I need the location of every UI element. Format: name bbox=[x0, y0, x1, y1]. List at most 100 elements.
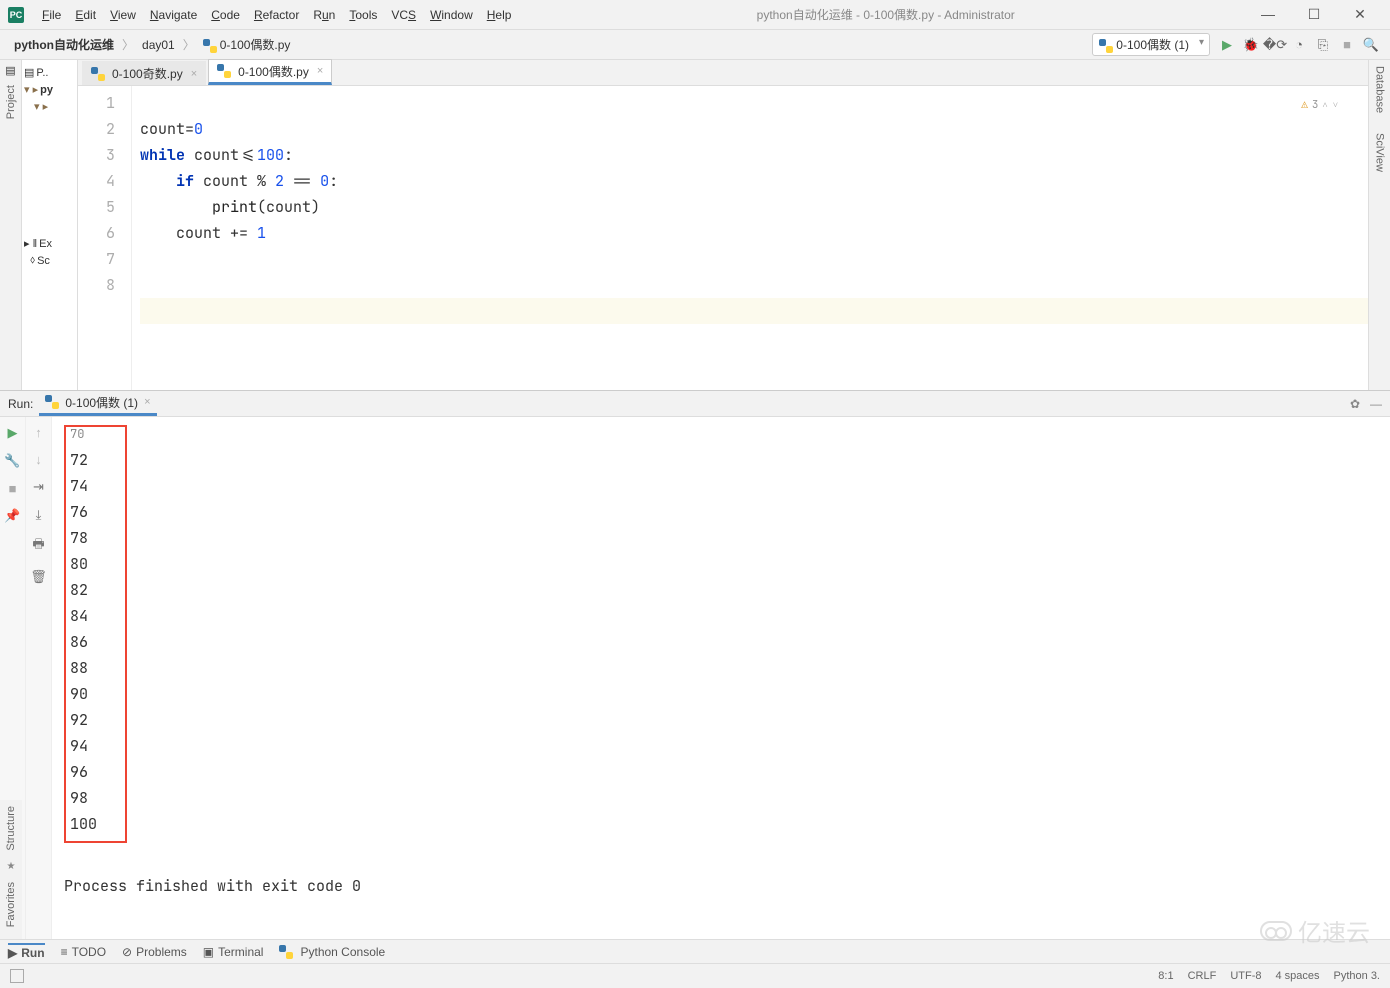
output-line: 80 bbox=[70, 551, 97, 577]
run-tab-bottom[interactable]: ▶ Run bbox=[8, 943, 45, 960]
project-item[interactable]: ▾ ▸ bbox=[24, 98, 75, 115]
editor-tab-even[interactable]: 0-100偶数.py× bbox=[208, 59, 332, 85]
scroll-end-icon[interactable]: ⤓ bbox=[36, 507, 42, 523]
process-exit-line: Process finished with exit code 0 bbox=[64, 873, 1378, 899]
python-icon bbox=[203, 39, 217, 53]
close-button[interactable]: ✕ bbox=[1346, 6, 1374, 23]
soft-wrap-icon[interactable]: ⇥ bbox=[33, 479, 44, 495]
debug-icon[interactable]: 🐞 bbox=[1242, 36, 1260, 54]
status-bar: 8:1 CRLF UTF-8 4 spaces Python 3. bbox=[0, 963, 1390, 988]
minimize-button[interactable]: — bbox=[1254, 6, 1282, 23]
menu-view[interactable]: View bbox=[104, 6, 142, 24]
output-line: 76 bbox=[70, 499, 97, 525]
structure-tool[interactable]: Structure bbox=[3, 800, 19, 857]
editor-area: 0-100奇数.py× 0-100偶数.py× ⚠3 ˄ ˅ 12345678 … bbox=[78, 60, 1368, 390]
python-icon bbox=[45, 395, 59, 409]
close-icon[interactable]: × bbox=[191, 68, 197, 80]
interpreter[interactable]: Python 3. bbox=[1334, 970, 1380, 982]
todo-tab[interactable]: ≡ TODO bbox=[61, 945, 106, 959]
left-bottom-stripe: Structure ★ Favorites bbox=[0, 800, 22, 939]
rerun-icon[interactable]: ▶ bbox=[8, 425, 18, 441]
profile-icon[interactable]: ◔ bbox=[1290, 36, 1308, 54]
python-icon bbox=[91, 67, 105, 81]
menu-vcs[interactable]: VCS bbox=[385, 6, 422, 24]
python-console-tab[interactable]: Python Console bbox=[279, 945, 385, 959]
tools-icon[interactable]: 🔧 bbox=[4, 453, 20, 469]
database-tool[interactable]: Database bbox=[1374, 66, 1386, 113]
project-tool-icon[interactable]: ▤ bbox=[5, 64, 15, 77]
project-panel[interactable]: ▤ P.. ▾ ▸ py ▾ ▸ ▸ ‖ Ex ⬨ Sc bbox=[22, 60, 78, 390]
window-controls: — ☐ ✕ bbox=[1254, 6, 1382, 23]
search-icon[interactable]: 🔍 bbox=[1362, 36, 1380, 54]
left-tool-stripe: ▤ Project bbox=[0, 60, 22, 390]
favorites-tool[interactable]: Favorites bbox=[3, 876, 19, 933]
editor-tab-odd[interactable]: 0-100奇数.py× bbox=[82, 61, 206, 85]
project-root[interactable]: ▾ ▸ py bbox=[24, 81, 75, 98]
run-output[interactable]: 70 7274767880828486889092949698100 Proce… bbox=[52, 417, 1390, 939]
project-tool-label[interactable]: Project bbox=[3, 79, 19, 125]
pin-icon[interactable]: 📌 bbox=[4, 508, 20, 524]
indent-setting[interactable]: 4 spaces bbox=[1275, 970, 1319, 982]
problems-tab[interactable]: ⊘ Problems bbox=[122, 945, 187, 959]
close-icon[interactable]: × bbox=[144, 396, 150, 408]
crumb-file[interactable]: 0-100偶数.py bbox=[199, 34, 295, 55]
concurrency-icon[interactable]: ⎘ bbox=[1314, 36, 1332, 54]
title-bar: PC File Edit View Navigate Code Refactor… bbox=[0, 0, 1390, 30]
stop-icon[interactable]: ■ bbox=[1338, 36, 1356, 54]
navigation-bar: python自动化运维 〉 day01 〉 0-100偶数.py 0-100偶数… bbox=[0, 30, 1390, 60]
settings-icon[interactable]: ✿ bbox=[1350, 397, 1360, 411]
up-icon[interactable]: ↑ bbox=[35, 425, 42, 440]
menu-tools[interactable]: Tools bbox=[343, 6, 383, 24]
caret-position[interactable]: 8:1 bbox=[1158, 970, 1173, 982]
output-line: 88 bbox=[70, 655, 97, 681]
output-line: 82 bbox=[70, 577, 97, 603]
clear-icon[interactable]: 🗑 bbox=[30, 569, 47, 585]
run-icon[interactable]: ▶ bbox=[1218, 36, 1236, 54]
crumb-root[interactable]: python自动化运维 bbox=[10, 34, 118, 55]
menu-help[interactable]: Help bbox=[481, 6, 518, 24]
code-editor[interactable]: ⚠3 ˄ ˅ 12345678 count=0 while count<=100… bbox=[78, 86, 1368, 390]
run-tab[interactable]: 0-100偶数 (1)× bbox=[39, 392, 156, 416]
sciview-tool[interactable]: SciView bbox=[1374, 133, 1386, 172]
line-separator[interactable]: CRLF bbox=[1188, 970, 1217, 982]
output-line: 90 bbox=[70, 681, 97, 707]
menu-bar: File Edit View Navigate Code Refactor Ru… bbox=[36, 6, 517, 24]
menu-navigate[interactable]: Navigate bbox=[144, 6, 203, 24]
menu-file[interactable]: File bbox=[36, 6, 67, 24]
crumb-folder[interactable]: day01 bbox=[138, 36, 179, 54]
menu-refactor[interactable]: Refactor bbox=[248, 6, 305, 24]
print-icon[interactable]: 🖶 bbox=[32, 535, 44, 557]
output-line: 84 bbox=[70, 603, 97, 629]
maximize-button[interactable]: ☐ bbox=[1300, 6, 1328, 23]
editor-tabs: 0-100奇数.py× 0-100偶数.py× bbox=[78, 60, 1368, 86]
app-logo: PC bbox=[8, 7, 24, 23]
scratches[interactable]: ⬨ Sc bbox=[24, 252, 75, 269]
python-icon bbox=[279, 945, 293, 959]
output-line: 94 bbox=[70, 733, 97, 759]
code-content[interactable]: count=0 while count<=100: if count % 2 =… bbox=[132, 86, 1368, 390]
ext-lib[interactable]: ▸ ‖ Ex bbox=[24, 235, 75, 252]
close-icon[interactable]: × bbox=[317, 65, 323, 77]
hide-icon[interactable]: — bbox=[1370, 397, 1382, 411]
output-line: 92 bbox=[70, 707, 97, 733]
python-icon bbox=[217, 64, 231, 78]
project-tab[interactable]: ▤ P.. bbox=[24, 64, 75, 81]
menu-code[interactable]: Code bbox=[205, 6, 246, 24]
run-header: Run: 0-100偶数 (1)× ✿ — bbox=[0, 391, 1390, 417]
down-icon[interactable]: ↓ bbox=[35, 452, 42, 467]
run-output-actions: ↑ ↓ ⇥ ⤓ 🖶 🗑 bbox=[26, 417, 52, 939]
file-encoding[interactable]: UTF-8 bbox=[1230, 970, 1261, 982]
stop-icon[interactable]: ■ bbox=[9, 481, 17, 496]
main-area: ▤ Project ▤ P.. ▾ ▸ py ▾ ▸ ▸ ‖ Ex ⬨ Sc 0… bbox=[0, 60, 1390, 390]
menu-window[interactable]: Window bbox=[424, 6, 479, 24]
menu-run[interactable]: Run bbox=[307, 6, 341, 24]
menu-edit[interactable]: Edit bbox=[69, 6, 102, 24]
terminal-tab[interactable]: ▣ Terminal bbox=[203, 945, 264, 959]
run-config-selector[interactable]: 0-100偶数 (1) bbox=[1092, 33, 1210, 56]
tool-window-icon[interactable] bbox=[10, 969, 24, 983]
line-gutter: 12345678 bbox=[78, 86, 132, 390]
run-body: ▶ 🔧 ■ 📌 ↑ ↓ ⇥ ⤓ 🖶 🗑 70 72747678808284868… bbox=[0, 417, 1390, 939]
coverage-icon[interactable]: �⟳ bbox=[1266, 36, 1284, 54]
output-line: 70 bbox=[70, 421, 97, 447]
output-line: 96 bbox=[70, 759, 97, 785]
